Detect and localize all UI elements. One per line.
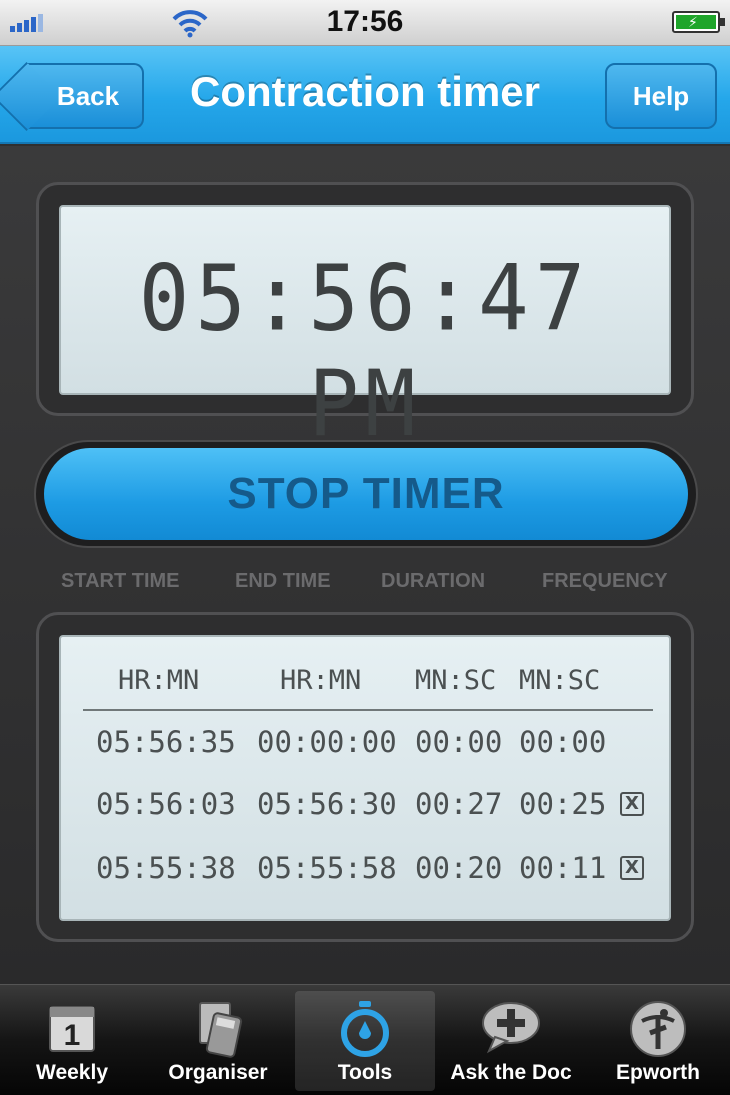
tab-label: Ask the Doc [450, 1061, 572, 1084]
column-header-frequency: FREQUENCY [542, 570, 668, 592]
tab-weekly[interactable]: 1 Weekly [2, 991, 142, 1091]
tab-epworth[interactable]: Epworth [588, 991, 728, 1091]
unit-start: HR:MN [118, 665, 200, 696]
calendar-icon: 1 [49, 1006, 95, 1052]
unit-frequency: MN:SC [519, 665, 601, 696]
tab-label: Organiser [168, 1061, 268, 1084]
start-time: 05:56:03 [96, 787, 236, 821]
unit-end: HR:MN [280, 665, 362, 696]
stopwatch-icon [341, 1001, 389, 1057]
clock-lcd: 05:56:47 PM [59, 205, 671, 457]
delete-row-button[interactable]: X [620, 792, 644, 816]
battery-icon: ⚡ [672, 11, 725, 33]
speech-bubble-plus-icon [482, 1002, 540, 1054]
duration: 00:00 [415, 725, 503, 759]
duration: 00:20 [415, 851, 503, 885]
frequency: 00:00 [519, 725, 607, 759]
tab-label: Tools [337, 1061, 393, 1084]
epworth-logo-icon [630, 1001, 686, 1057]
svg-text:1: 1 [64, 1019, 81, 1052]
organiser-icon [199, 1002, 243, 1058]
tab-tools[interactable]: Tools [295, 991, 435, 1091]
delete-row-button[interactable]: X [620, 856, 644, 880]
end-time: 05:56:30 [257, 787, 397, 821]
tab-bar: 1 Weekly Organiser Tools Ask the Doc Epw… [0, 984, 730, 1095]
end-time: 00:00:00 [257, 725, 397, 759]
frequency: 00:25 [519, 787, 607, 821]
tab-ask-the-doc[interactable]: Ask the Doc [440, 991, 582, 1091]
stop-button-well: STOP TIMER [34, 440, 698, 548]
end-time: 05:55:58 [257, 851, 397, 885]
column-header-start-time: START TIME [61, 570, 180, 592]
main-content: 05:56:47 PM STOP TIMER START TIME END TI… [0, 146, 730, 984]
contraction-log-frame: HR:MN HR:MN MN:SC MN:SC 05:56:35 00:00:0… [36, 612, 694, 942]
column-header-end-time: END TIME [235, 570, 331, 592]
status-bar: 17:56 ⚡ [0, 0, 730, 46]
navigation-bar: Back Contraction timer Help [0, 46, 730, 144]
status-time: 17:56 [326, 5, 404, 38]
start-time: 05:56:35 [96, 725, 236, 759]
help-button[interactable]: Help [605, 63, 717, 129]
clock-display-frame: 05:56:47 PM [36, 182, 694, 457]
contraction-log: HR:MN HR:MN MN:SC MN:SC 05:56:35 00:00:0… [59, 635, 671, 921]
tab-organiser[interactable]: Organiser [146, 991, 290, 1091]
tab-label: Epworth [616, 1061, 700, 1084]
frequency: 00:11 [519, 851, 607, 885]
log-divider [83, 709, 653, 711]
column-headers: START TIME END TIME DURATION FREQUENCY [0, 570, 730, 598]
column-header-duration: DURATION [381, 570, 486, 592]
stop-timer-button[interactable]: STOP TIMER [44, 448, 688, 540]
duration: 00:27 [415, 787, 503, 821]
start-time: 05:55:38 [96, 851, 236, 885]
unit-duration: MN:SC [415, 665, 497, 696]
tab-label: Weekly [36, 1061, 108, 1084]
current-time: 05:56:47 PM [138, 245, 592, 457]
